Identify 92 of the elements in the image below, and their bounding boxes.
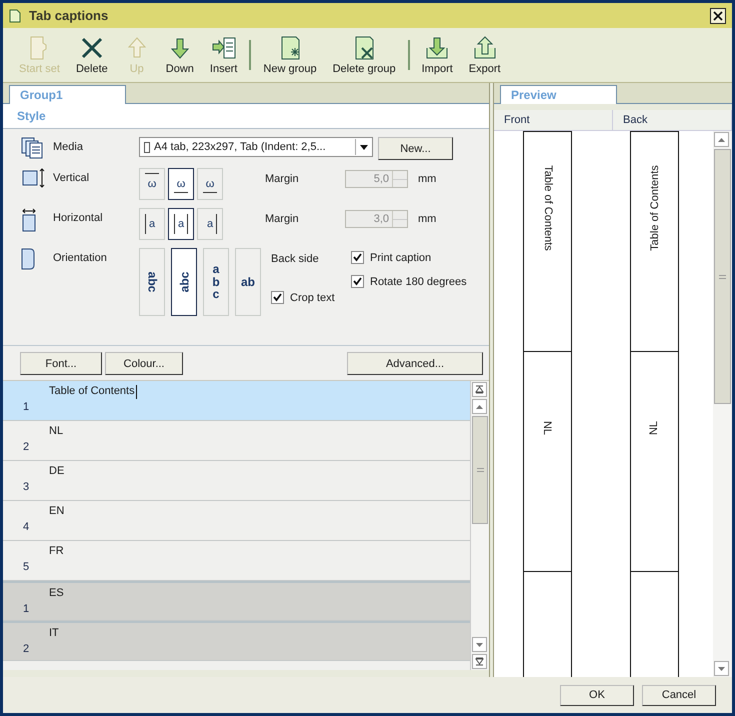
caption-text: ES [49, 587, 64, 601]
preview-tab-page: Table of Contents [523, 131, 572, 351]
checkbox[interactable] [271, 291, 284, 304]
caption-text: IT [49, 627, 59, 641]
row-number: 5 [22, 560, 30, 575]
toolbar-button[interactable]: Insert [202, 28, 246, 82]
caption-row[interactable]: 1 ES [3, 581, 470, 621]
unit-label: mm [418, 172, 436, 185]
horizontal-align-icon [21, 208, 37, 232]
caption-text: FR [49, 545, 64, 559]
row-number: 1 [22, 602, 30, 617]
row-number: 4 [22, 520, 30, 535]
section-title: Style [3, 104, 489, 129]
unit-label: mm [418, 212, 436, 225]
toolbar-button[interactable]: New group [255, 28, 325, 82]
orientation-option[interactable]: ab [235, 248, 261, 316]
alignment-option[interactable]: ω [197, 168, 223, 200]
row-number: 2 [22, 440, 30, 455]
caption-text: NL [49, 425, 64, 439]
back-side-label: Back side [271, 252, 320, 265]
toolbar-button[interactable]: Export [460, 28, 509, 82]
import-icon [424, 35, 450, 61]
window-title: Tab captions [29, 8, 110, 23]
scroll-top-button[interactable] [472, 382, 487, 397]
media-label: Media [53, 140, 84, 153]
down-arrow-icon [718, 666, 725, 670]
up-arrow-icon [476, 404, 483, 408]
checkbox-label: Print caption [370, 252, 432, 264]
scroll-down-button[interactable] [714, 661, 729, 676]
checkbox-label: Crop text [290, 292, 335, 304]
pages-icon [21, 137, 43, 159]
row-number: 3 [22, 480, 30, 495]
alignment-option[interactable]: a [168, 208, 194, 240]
caption-text: DE [49, 465, 64, 479]
alignment-option[interactable]: ω [168, 168, 194, 200]
scroll-down-button[interactable] [472, 637, 487, 652]
alignment-option[interactable]: a [139, 208, 165, 240]
up-arrow-icon [718, 138, 725, 142]
insert-icon [210, 35, 237, 61]
alignment-option[interactable]: ω [139, 168, 165, 200]
caption-row[interactable]: 1 Table of Contents [3, 381, 470, 421]
media-dropdown[interactable]: A4 tab, 223x297, Tab (Indent: 2,5... [139, 137, 373, 157]
orientation-label: Orientation [53, 251, 108, 264]
font-button[interactable]: Font... [20, 352, 102, 375]
row-number: 2 [22, 642, 30, 657]
preview-tab-page: NL [630, 351, 679, 571]
ok-button[interactable]: OK [560, 684, 634, 706]
down-arrow-icon [476, 642, 483, 646]
page-icon [144, 142, 150, 152]
checkbox[interactable] [351, 251, 364, 264]
horizontal-label: Horizontal [53, 211, 104, 224]
caption-row[interactable]: 2 NL [3, 421, 470, 461]
cancel-button[interactable]: Cancel [642, 684, 716, 706]
orientation-option[interactable]: abc [203, 248, 229, 316]
scrollbar-thumb[interactable] [472, 416, 488, 524]
caption-row[interactable]: 4 EN [3, 501, 470, 541]
column-header: Back [613, 110, 732, 130]
scroll-up-button[interactable] [472, 399, 487, 414]
document-icon [9, 8, 21, 22]
margin-label: Margin [265, 172, 300, 185]
caption-text: Table of Contents [49, 385, 135, 399]
orientation-option[interactable]: abc [171, 248, 197, 316]
scroll-bottom-button[interactable] [472, 654, 487, 669]
advanced-button[interactable]: Advanced... [347, 352, 483, 375]
alignment-option[interactable]: a [197, 208, 223, 240]
caption-text: EN [49, 505, 64, 519]
column-header: Front [494, 110, 613, 130]
toolbar-button[interactable]: Import [414, 28, 461, 82]
scroll-top-icon [475, 385, 484, 394]
margin-label: Margin [265, 212, 300, 225]
preview-tab-page: Table of Contents [630, 131, 679, 351]
preview-tab-page: NL [523, 351, 572, 571]
vertical-align-icon [21, 168, 45, 188]
colour-button[interactable]: Colour... [105, 352, 183, 375]
row-number: 1 [22, 400, 30, 415]
orientation-option[interactable]: abc [139, 248, 165, 316]
close-button[interactable] [710, 8, 726, 24]
export-icon [472, 35, 498, 61]
tab-page-icon [21, 248, 35, 270]
checkbox-label: Rotate 180 degrees [370, 276, 467, 288]
toolbar-button[interactable]: Delete [68, 28, 116, 82]
scrollbar-thumb[interactable] [714, 149, 731, 404]
toolbar-button[interactable]: Delete group [324, 28, 404, 82]
caption-row[interactable]: 2 IT [3, 621, 470, 661]
toolbar-button[interactable]: Down [158, 28, 202, 82]
checkbox[interactable] [351, 275, 364, 288]
vertical-label: Vertical [53, 171, 90, 184]
caption-row[interactable]: 3 DE [3, 461, 470, 501]
new-media-button[interactable]: New... [378, 137, 453, 160]
scroll-bottom-icon [475, 657, 484, 666]
scroll-up-button[interactable] [714, 132, 729, 147]
dropdown-arrow-icon [360, 144, 368, 150]
